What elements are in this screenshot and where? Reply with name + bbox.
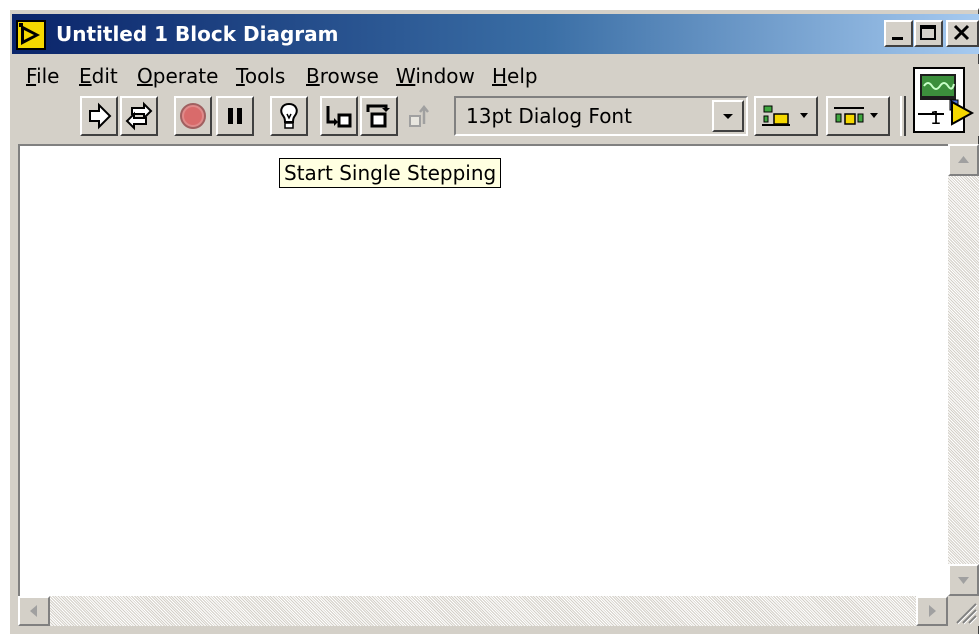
menu-operate[interactable]: Operate <box>137 64 218 88</box>
vertical-scrollbar[interactable] <box>948 144 979 596</box>
maximize-icon <box>920 25 936 40</box>
maximize-button[interactable] <box>914 20 943 47</box>
run-button[interactable] <box>80 96 118 136</box>
align-objects-button[interactable] <box>754 96 818 136</box>
step-into-icon <box>326 106 352 128</box>
run-icon <box>89 102 112 130</box>
chevron-down-icon <box>958 577 969 584</box>
distribute-objects-icon <box>834 107 878 125</box>
close-button[interactable] <box>946 20 979 47</box>
menu-window[interactable]: Window <box>396 64 475 88</box>
menu-tools[interactable]: Tools <box>236 64 285 88</box>
font-select-dropdown-button[interactable] <box>712 100 744 132</box>
close-icon <box>953 24 970 41</box>
resize-grip-icon <box>956 603 978 625</box>
run-continuously-icon <box>125 101 153 131</box>
chevron-down-icon <box>723 114 733 119</box>
block-diagram-canvas[interactable] <box>18 144 948 596</box>
run-continuously-button[interactable] <box>120 96 158 136</box>
distribute-objects-button[interactable] <box>826 96 890 136</box>
vi-connector-icon <box>913 67 975 133</box>
scroll-left-button[interactable] <box>18 596 50 626</box>
minimize-button[interactable] <box>884 20 913 47</box>
step-out-button[interactable] <box>402 96 440 136</box>
align-objects-icon <box>762 105 808 126</box>
pause-button[interactable] <box>216 96 254 136</box>
chevron-right-icon <box>929 605 936 617</box>
highlight-execution-button[interactable] <box>270 96 308 136</box>
step-into-button[interactable] <box>320 96 358 136</box>
font-select-value: 13pt Dialog Font <box>466 104 632 128</box>
chevron-up-icon <box>958 156 969 163</box>
menu-browse[interactable]: Browse <box>306 64 379 88</box>
tooltip: Start Single Stepping <box>279 158 502 188</box>
pause-icon <box>228 108 242 124</box>
menu-edit[interactable]: Edit <box>79 64 118 88</box>
minimize-icon <box>892 37 903 40</box>
menu-help[interactable]: Help <box>492 64 538 88</box>
step-out-icon <box>409 104 429 127</box>
menu-file[interactable]: File <box>26 64 59 88</box>
toolbar-separator <box>900 96 906 136</box>
scroll-up-button[interactable] <box>948 144 979 176</box>
scroll-right-button[interactable] <box>916 596 948 626</box>
step-over-button[interactable] <box>360 96 398 136</box>
chevron-left-icon <box>30 605 37 617</box>
labview-vi-icon[interactable] <box>16 20 46 50</box>
abort-execution-icon <box>180 103 206 129</box>
highlight-execution-icon <box>280 102 298 129</box>
step-over-icon <box>366 104 390 128</box>
horizontal-scrollbar[interactable] <box>18 596 948 626</box>
connector-pane[interactable]: 1 <box>910 64 979 136</box>
resize-grip[interactable] <box>948 596 979 626</box>
abort-execution-button[interactable] <box>174 96 212 136</box>
scroll-down-button[interactable] <box>948 564 979 596</box>
window-title: Untitled 1 Block Diagram <box>56 22 339 46</box>
connector-pane-label: 1 <box>930 108 942 129</box>
